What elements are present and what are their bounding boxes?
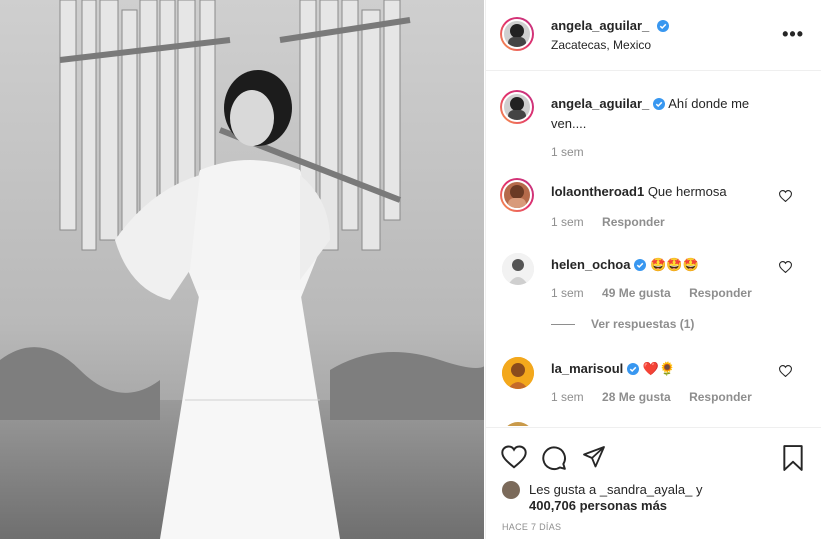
header-username[interactable]: angela_aguilar_: [551, 18, 649, 33]
comment-time[interactable]: 1 sem: [551, 215, 584, 229]
reply-button[interactable]: Responder: [602, 215, 665, 229]
caption-meta: 1 sem: [551, 145, 599, 159]
comment-likes[interactable]: 49 Me gusta: [602, 286, 671, 300]
liker-avatar[interactable]: [502, 481, 520, 499]
comment-meta: 1 sem 28 Me gusta Responder: [551, 390, 752, 404]
comment-username[interactable]: helen_ochoa: [551, 257, 630, 272]
avatar[interactable]: [500, 90, 534, 124]
comment-text: lolaontheroad1 Que hermosa: [551, 183, 777, 201]
post-photo[interactable]: [0, 0, 484, 539]
verified-badge-icon: [653, 97, 666, 115]
like-heart-icon[interactable]: [501, 445, 527, 472]
post-header: angela_aguilar_ Zacatecas, Mexico •••: [486, 0, 821, 71]
verified-badge-icon: [656, 20, 669, 35]
avatar[interactable]: [502, 357, 534, 389]
photo-image: [0, 0, 484, 539]
caption-username[interactable]: angela_aguilar_: [551, 96, 649, 111]
share-icon[interactable]: [582, 445, 606, 472]
comment-username[interactable]: lolaontheroad1: [551, 184, 644, 199]
comments-list: angela_aguilar_ Ahí donde me ven.... 1 s…: [486, 72, 821, 426]
comment-username[interactable]: la_marisoul: [551, 361, 623, 376]
caption-text: angela_aguilar_ Ahí donde me ven....: [551, 95, 777, 133]
location-link[interactable]: Zacatecas, Mexico: [551, 38, 651, 52]
replies-divider: [551, 324, 575, 326]
likes-count[interactable]: 400,706 personas más: [529, 497, 667, 515]
verified-badge-icon: [627, 362, 640, 380]
view-replies-button[interactable]: Ver respuestas (1): [551, 317, 694, 331]
avatar[interactable]: [500, 178, 534, 212]
comment-icon[interactable]: [541, 445, 567, 474]
comment-text: helen_ochoa 🤩🤩🤩: [551, 256, 777, 276]
comment-likes[interactable]: 28 Me gusta: [602, 390, 671, 404]
post-panel: angela_aguilar_ Zacatecas, Mexico ••• an…: [485, 0, 821, 539]
reply-button[interactable]: Responder: [689, 286, 752, 300]
comment-body: Que hermosa: [647, 184, 727, 199]
header-username-row: angela_aguilar_: [551, 18, 669, 35]
verified-badge-icon: [634, 258, 647, 276]
avatar[interactable]: [500, 17, 534, 51]
more-horizontal-icon[interactable]: •••: [782, 24, 804, 45]
action-bar: Les gusta a _sandra_ayala_ y 400,706 per…: [486, 427, 821, 539]
comment-time[interactable]: 1 sem: [551, 286, 584, 300]
heart-icon[interactable]: [778, 190, 793, 205]
comment-body: 🤩🤩🤩: [650, 257, 699, 272]
heart-icon[interactable]: [778, 261, 793, 276]
heart-icon[interactable]: [778, 365, 793, 380]
post-timestamp[interactable]: HACE 7 DÍAS: [502, 522, 561, 532]
avatar[interactable]: [502, 253, 534, 285]
comment-text: la_marisoul ❤️🌻: [551, 360, 777, 380]
view-replies-label: Ver respuestas (1): [591, 317, 695, 331]
comment-body: ❤️🌻: [642, 361, 676, 376]
comment-time[interactable]: 1 sem: [551, 390, 584, 404]
avatar[interactable]: [502, 422, 534, 426]
comment-meta: 1 sem Responder: [551, 215, 665, 229]
comment-meta: 1 sem 49 Me gusta Responder: [551, 286, 752, 300]
bookmark-icon[interactable]: [782, 445, 804, 474]
reply-button[interactable]: Responder: [689, 390, 752, 404]
caption-time[interactable]: 1 sem: [551, 145, 584, 159]
